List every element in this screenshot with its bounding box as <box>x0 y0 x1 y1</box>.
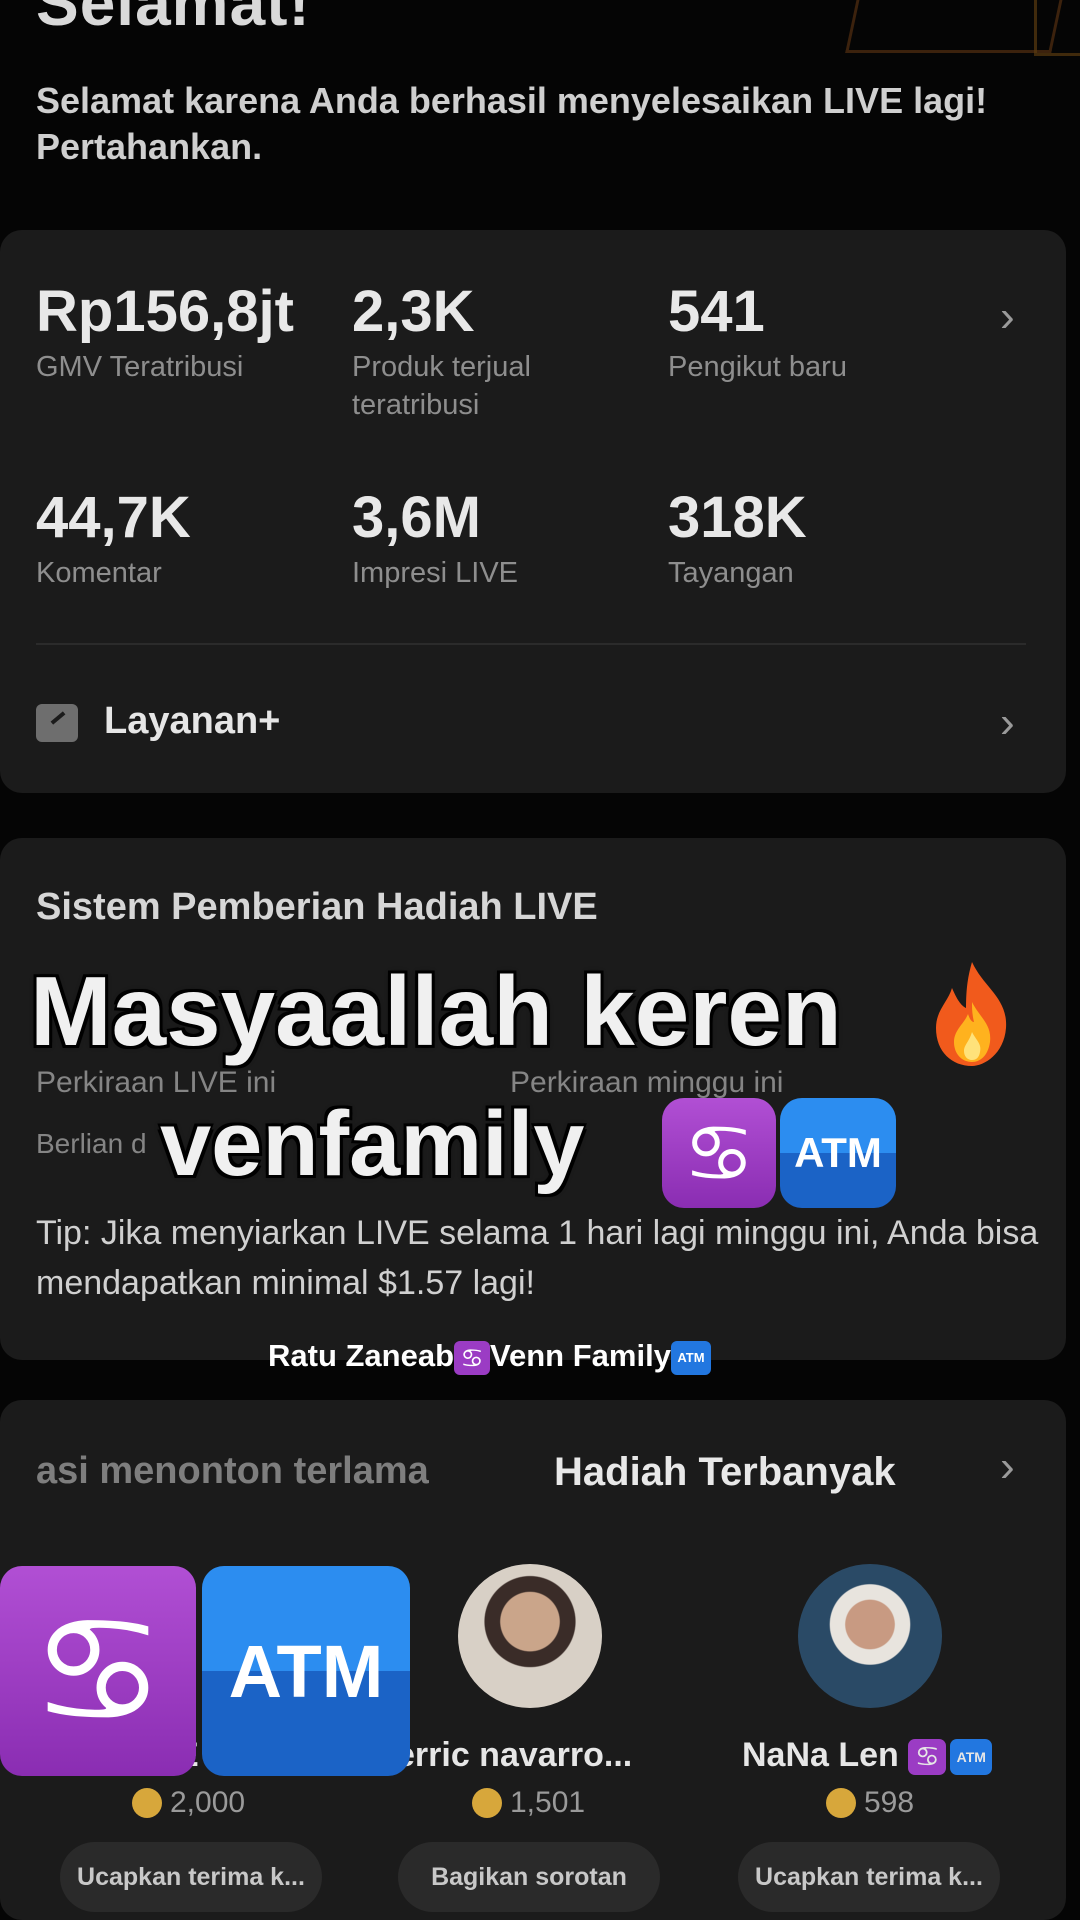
stat-views: 318K Tayangan <box>668 486 807 592</box>
stat-impressions: 3,6M Impresi LIVE <box>352 486 518 592</box>
user-name: NaNa Len <box>742 1736 899 1774</box>
user-name[interactable]: erric navarro... <box>396 1736 632 1775</box>
atm-emoji-icon: ATM <box>780 1098 896 1208</box>
creator-caption: Ratu Zaneab ♋ Venn Family ATM <box>268 1338 711 1375</box>
cancer-emoji-icon: ♋ <box>454 1340 491 1375</box>
cancer-emoji-icon: ♋ <box>908 1739 947 1776</box>
avatar[interactable] <box>458 1564 602 1708</box>
fire-icon <box>936 962 1007 1066</box>
chevron-right-icon[interactable]: › <box>1000 292 1015 342</box>
stat-value: 2,3K <box>352 279 475 344</box>
tab-most-gifts[interactable]: Hadiah Terbanyak <box>554 1450 896 1495</box>
avatar[interactable] <box>798 1564 942 1708</box>
stat-label: Impresi LIVE <box>352 557 518 589</box>
user-coins: 2,000 <box>132 1786 245 1820</box>
stat-comments: 44,7K Komentar <box>36 486 191 592</box>
thank-button[interactable]: Ucapkan terima k... <box>738 1842 1000 1912</box>
tab-longest-watch[interactable]: asi menonton terlama <box>36 1450 429 1493</box>
stat-value: Rp156,8jt <box>36 279 294 344</box>
decorative-frame-2 <box>1034 0 1080 56</box>
chevron-right-icon[interactable]: › <box>1000 698 1015 748</box>
stat-value: 318K <box>668 485 807 550</box>
overlay-text-line1: Masyaallah keren <box>30 956 842 1066</box>
caption-family: Venn Family <box>490 1338 671 1373</box>
atm-emoji-icon: ATM <box>950 1739 993 1776</box>
user-coins: 1,501 <box>472 1786 585 1820</box>
user-coins: 598 <box>826 1786 914 1820</box>
service-plus-label[interactable]: Layanan+ <box>104 700 280 743</box>
user-name-row[interactable]: NaNa Len ♋ ATM <box>742 1736 993 1776</box>
stat-value: 541 <box>668 279 765 344</box>
stat-new-followers: 541 Pengikut baru <box>668 280 847 386</box>
congrats-headline: Selamat! <box>36 0 311 39</box>
gift-tip: Tip: Jika menyiarkan LIVE selama 1 hari … <box>36 1214 1039 1302</box>
atm-emoji-icon: ATM <box>670 1340 711 1375</box>
congrats-subtitle: Selamat karena Anda berhasil menyelesaik… <box>36 80 988 167</box>
thank-button[interactable]: Ucapkan terima k... <box>60 1842 322 1912</box>
share-highlight-button[interactable]: Bagikan sorotan <box>398 1842 660 1912</box>
coin-icon <box>472 1788 502 1818</box>
cancer-emoji-icon: ♋ <box>662 1098 776 1208</box>
stat-label: Tayangan <box>668 557 794 589</box>
live-summary-card[interactable]: Rp156,8jt GMV Teratribusi 2,3K Produk te… <box>0 230 1066 793</box>
divider <box>36 643 1026 645</box>
gift-system-title: Sistem Pemberian Hadiah LIVE <box>36 886 598 928</box>
stat-label: Produk terjual teratribusi <box>352 351 531 421</box>
service-chat-icon <box>36 704 78 742</box>
stat-label: GMV Teratribusi <box>36 351 244 383</box>
stat-gmv: Rp156,8jt GMV Teratribusi <box>36 280 294 386</box>
chevron-right-icon[interactable]: › <box>1000 1442 1015 1492</box>
cancer-emoji-icon: ♋ <box>0 1566 196 1776</box>
stat-label: Pengikut baru <box>668 351 847 383</box>
diamond-status: Berlian d <box>36 1128 147 1159</box>
caption-name: Ratu Zaneab <box>268 1338 455 1373</box>
coin-icon <box>132 1788 162 1818</box>
stat-value: 3,6M <box>352 485 481 550</box>
stat-label: Komentar <box>36 557 162 589</box>
overlay-text-line2: venfamily <box>160 1093 585 1195</box>
atm-emoji-icon: ATM <box>202 1566 410 1776</box>
stat-value: 44,7K <box>36 485 191 550</box>
coin-icon <box>826 1788 856 1818</box>
stat-products-sold: 2,3K Produk terjual teratribusi <box>352 280 592 424</box>
